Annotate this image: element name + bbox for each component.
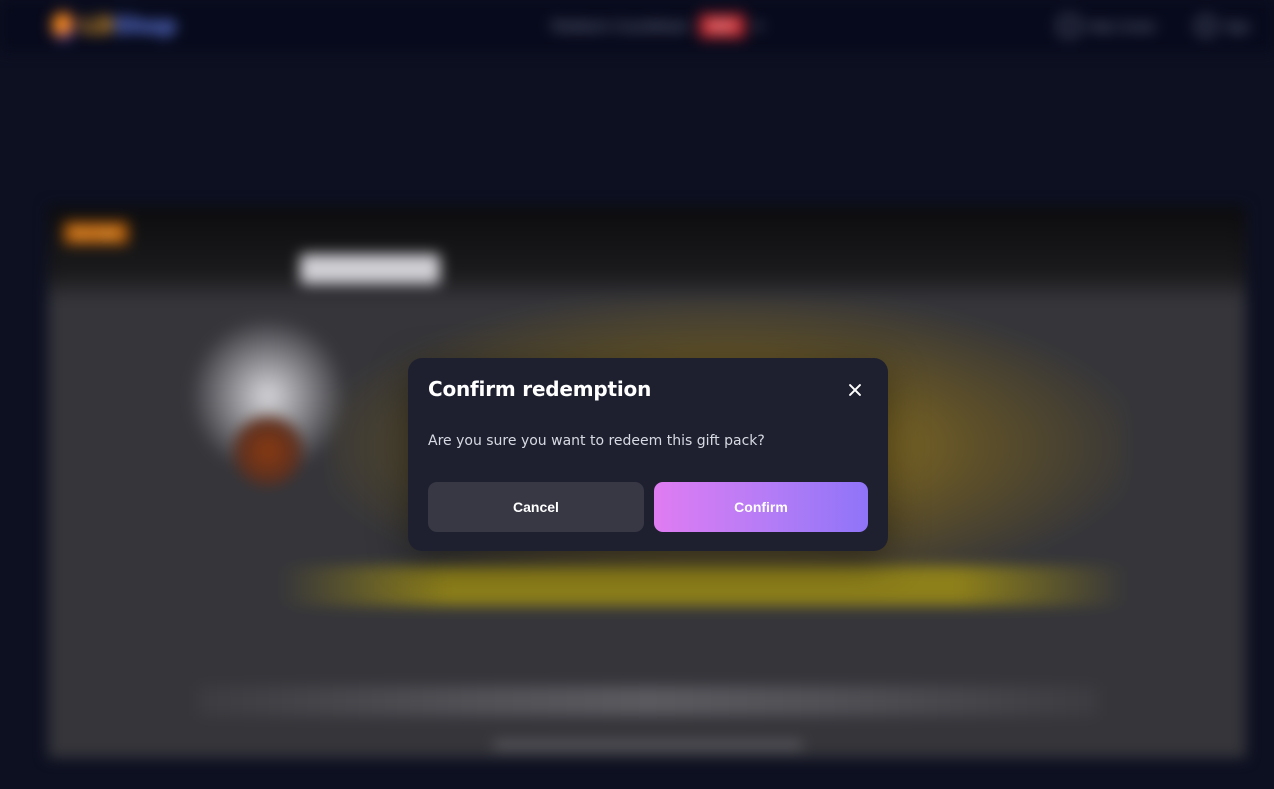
user-icon [1195,16,1216,36]
dialog-message: Are you sure you want to redeem this gif… [428,433,765,449]
top-navigation-bar: LDShop Redeem Countdown NEW ▾ Help Cente… [0,0,1274,52]
banner-tag: Hot Sale [64,222,129,244]
logo-flame-icon [52,12,76,40]
banner-chip [300,254,440,284]
site-logo[interactable]: LDShop [52,10,176,42]
progress-bar [493,741,803,749]
close-icon[interactable] [844,379,866,401]
user-sign-in[interactable]: Sign [1195,16,1250,36]
new-badge: NEW [698,14,745,38]
headset-icon [1058,16,1079,36]
reward-row [198,686,1098,716]
help-center-label: Help Center [1086,18,1156,34]
logo-text: LDShop [81,13,176,39]
reward-strip [278,566,1128,606]
dialog-title: Confirm redemption [428,377,652,401]
chevron-down-icon[interactable]: ▾ [755,18,762,35]
help-center-link[interactable]: Help Center [1058,16,1156,36]
cancel-button[interactable]: Cancel [428,482,644,532]
page: LDShop Redeem Countdown NEW ▾ Help Cente… [0,0,1274,789]
user-label: Sign [1223,18,1250,34]
nav-link-redeem[interactable]: Redeem Countdown [552,18,689,35]
coin-icon [233,416,303,486]
confirm-button[interactable]: Confirm [654,482,868,532]
banner-header-area [48,206,1246,301]
nav-center: Redeem Countdown NEW ▾ [552,12,762,40]
nav-right: Help Center Sign [1058,12,1250,40]
confirm-redemption-dialog: Confirm redemption Are you sure you want… [408,358,888,551]
